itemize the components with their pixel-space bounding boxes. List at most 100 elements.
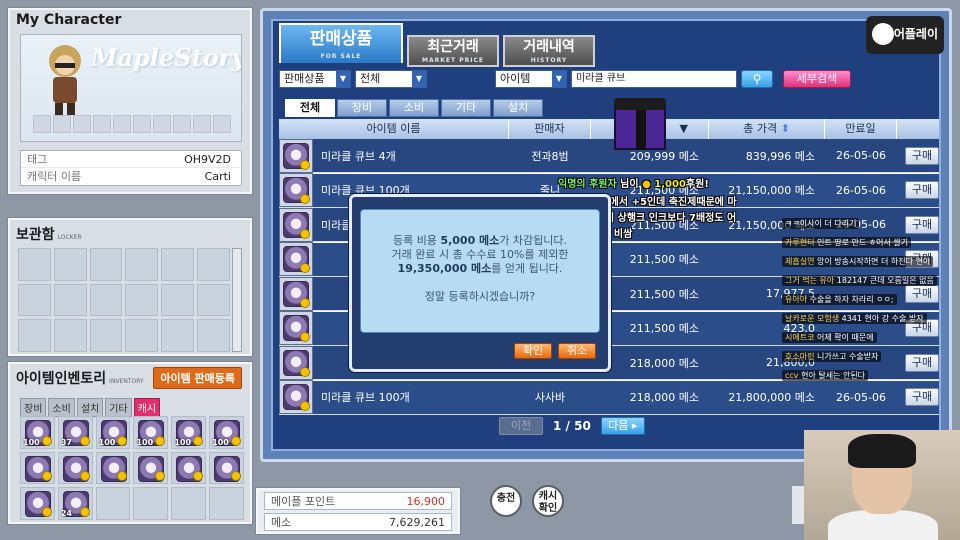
- locker-slot[interactable]: [89, 248, 123, 281]
- cancel-button[interactable]: 취소: [558, 343, 596, 359]
- locker-slot[interactable]: [53, 283, 87, 317]
- locker-slot[interactable]: [89, 283, 123, 317]
- inventory-slot[interactable]: [20, 487, 55, 520]
- streamer-hair: [848, 434, 916, 468]
- locker-slot[interactable]: [161, 319, 195, 352]
- gift-box-icon: [614, 98, 666, 150]
- item-thumbnail: [279, 173, 313, 207]
- locker-slot[interactable]: [125, 283, 159, 317]
- inventory-slot[interactable]: [171, 487, 207, 520]
- column-buy: [897, 119, 939, 139]
- category-tab-all[interactable]: 전체: [285, 99, 335, 117]
- locker-slot[interactable]: [197, 283, 230, 317]
- detail-search-button[interactable]: 세부검색: [783, 70, 851, 88]
- column-item-name[interactable]: 아이템 이름: [279, 119, 509, 139]
- coin-icon: [79, 507, 90, 517]
- buy-button[interactable]: 구매: [905, 284, 939, 303]
- tab-for-sale[interactable]: 판매상품 FOR SALE: [279, 23, 403, 63]
- chat-message: 날카로운 모험생 4341 현아 강 수술 받자: [782, 313, 927, 324]
- cash-check-button[interactable]: 캐시 확인: [532, 485, 564, 517]
- category-tab-equip[interactable]: 장비: [337, 99, 387, 117]
- equipment-strip: [33, 115, 231, 133]
- inventory-slot[interactable]: [95, 487, 131, 520]
- inventory-slot[interactable]: [57, 451, 93, 485]
- coin-icon: [155, 471, 166, 482]
- locker-slot[interactable]: [161, 283, 195, 317]
- info-value: Carti: [204, 170, 231, 183]
- column-total-price[interactable]: 총 가격 ⬍: [709, 119, 825, 139]
- inventory-slot[interactable]: [20, 451, 55, 485]
- locker-slot[interactable]: [18, 283, 51, 317]
- character-info-table: 태그 OH9V2D 캐릭터 이름 Carti: [20, 150, 242, 186]
- search-type-select[interactable]: 아이템 ▼: [495, 70, 567, 88]
- slot-quantity: 100: [98, 437, 116, 447]
- confirm-button[interactable]: 확인: [514, 343, 552, 359]
- locker-slot[interactable]: [89, 319, 123, 352]
- inventory-slot[interactable]: [171, 451, 207, 485]
- dialog-proceeds-amount: 19,350,000 메소: [397, 262, 492, 275]
- locker-scrollbar[interactable]: [232, 248, 242, 352]
- tab-history[interactable]: 거래내역 HISTORY: [503, 35, 595, 67]
- category-tab-etc[interactable]: 기타: [441, 99, 491, 117]
- inventory-slot[interactable]: 100: [20, 416, 55, 449]
- dialog-line-1: 등록 비용 5,000 메소가 차감됩니다.: [361, 234, 599, 248]
- inventory-slot[interactable]: 24: [57, 487, 93, 520]
- inventory-slot[interactable]: [133, 451, 169, 485]
- table-row[interactable]: 미라클 큐브 100개 사사바 218,000 메소 21,800,000 메소 26-…: [279, 380, 939, 415]
- chat-user: 유아아: [785, 295, 808, 304]
- locker-slot[interactable]: [161, 248, 195, 281]
- buy-button[interactable]: 구매: [905, 388, 939, 406]
- slot-quantity: 100: [136, 437, 154, 447]
- column-seller[interactable]: 판매자: [509, 119, 591, 139]
- charge-button[interactable]: 충전: [490, 485, 522, 517]
- tab-for-sale-label: 판매상품: [309, 29, 373, 49]
- inventory-tab-use[interactable]: 소비: [48, 398, 75, 417]
- item-sell-register-button[interactable]: 아이템 판매등록: [153, 367, 242, 389]
- chat-user: 시에트코: [785, 333, 815, 342]
- inventory-slot[interactable]: 100: [209, 416, 244, 449]
- inventory-tab-cash[interactable]: 캐시: [133, 398, 161, 417]
- locker-grid: [18, 248, 230, 352]
- locker-slot[interactable]: [197, 319, 230, 352]
- inventory-slot[interactable]: 100: [171, 416, 207, 449]
- inventory-title: 아이템인벤토리 INVENTORY: [16, 368, 144, 388]
- locker-slot[interactable]: [18, 319, 51, 352]
- inventory-slot[interactable]: [209, 451, 244, 485]
- locker-slot[interactable]: [125, 248, 159, 281]
- locker-slot[interactable]: [53, 319, 87, 352]
- category-tab-setup[interactable]: 설치: [493, 99, 543, 117]
- inventory-slot[interactable]: 100: [133, 416, 169, 449]
- buy-button[interactable]: 구매: [905, 215, 939, 234]
- chat-text: 수술을 하자 차라리 ㅇㅇ;: [809, 295, 894, 304]
- inventory-tab-setup[interactable]: 설치: [76, 398, 104, 417]
- inventory-slot[interactable]: [209, 487, 244, 520]
- chat-text: ㅋㅋ이사이 더 다리기: [785, 219, 857, 228]
- table-row[interactable]: 미라클 큐브 4개 전과8범 209,999 메소 839,996 메소 26-05-0…: [279, 138, 939, 173]
- search-input[interactable]: 미라클 큐브: [571, 70, 737, 88]
- listing-type-select[interactable]: 판매상품 ▼: [279, 70, 351, 88]
- donation-text-pre: 님이: [616, 179, 643, 190]
- next-page-button[interactable]: 다음 ▸: [600, 417, 645, 435]
- locker-slot[interactable]: [125, 319, 159, 352]
- inventory-slot[interactable]: 100: [95, 416, 131, 449]
- category-tab-use[interactable]: 소비: [389, 99, 439, 117]
- prev-page-button[interactable]: 이전: [499, 417, 543, 435]
- buy-button[interactable]: 구매: [905, 146, 939, 165]
- meso-row: 메소 7,629,261: [264, 513, 452, 531]
- buy-button[interactable]: 구매: [905, 353, 939, 372]
- info-key: 캐릭터 이름: [27, 170, 82, 183]
- buy-button[interactable]: 구매: [905, 181, 939, 199]
- inventory-slot[interactable]: 37: [57, 416, 93, 449]
- category-select[interactable]: 전체 ▼: [355, 70, 427, 88]
- tab-market-price[interactable]: 최근거래 MARKET PRICE: [407, 35, 499, 67]
- inventory-tab-etc[interactable]: 기타: [105, 398, 132, 417]
- column-expiry[interactable]: 만료일: [825, 119, 897, 139]
- inventory-slot[interactable]: [133, 487, 169, 520]
- coin-icon: [300, 159, 310, 170]
- inventory-tab-equip[interactable]: 장비: [20, 398, 47, 417]
- inventory-slot[interactable]: [95, 451, 131, 485]
- search-button[interactable]: ⚲: [741, 70, 773, 88]
- locker-slot[interactable]: [18, 248, 51, 281]
- locker-slot[interactable]: [53, 248, 87, 281]
- locker-slot[interactable]: [197, 248, 230, 281]
